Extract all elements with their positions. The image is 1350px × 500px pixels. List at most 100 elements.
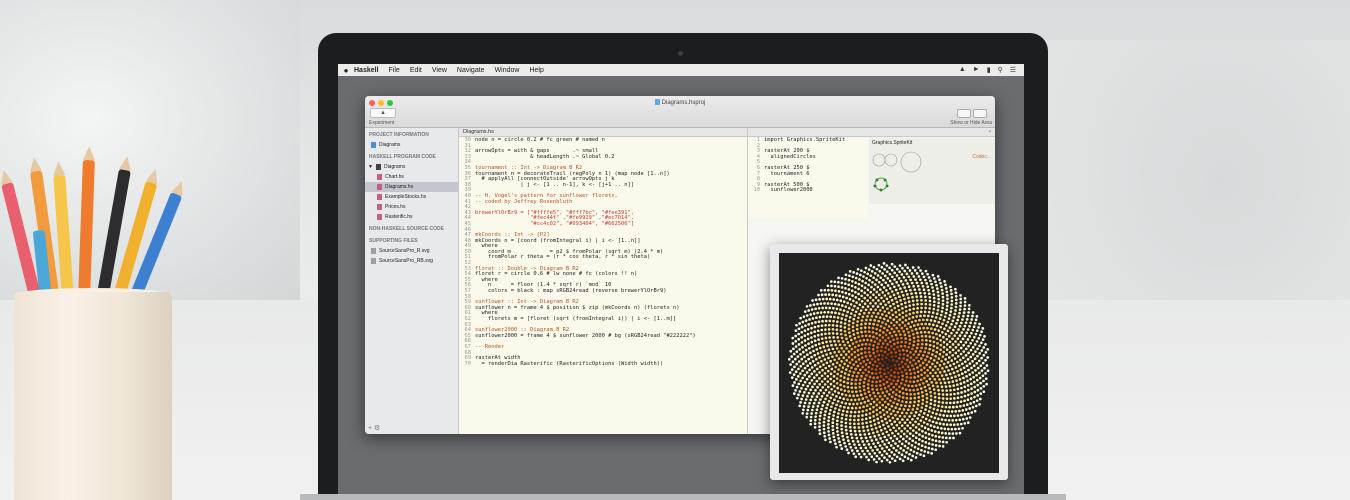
menu-edit[interactable]: Edit [410,67,422,74]
floret [856,394,859,397]
split-icon[interactable]: ▫ [989,129,991,135]
menu-help[interactable]: Help [529,67,543,74]
code-text: sunflower2000 [764,187,813,194]
menu-app-name[interactable]: Haskell [354,67,379,74]
floret [884,417,887,421]
floret [912,344,915,347]
floret [881,408,885,412]
battery-icon[interactable]: ▮ [987,66,991,74]
search-icon[interactable]: ⚲ [998,66,1003,74]
experiment-button[interactable]: ▲ [370,108,396,118]
floret [946,301,949,304]
floret [814,411,818,415]
sidebar-group-diagrams[interactable]: ▼ Diagrams [365,162,458,172]
volume-icon[interactable]: ► [973,66,980,74]
menu-file[interactable]: File [389,67,400,74]
floret [859,326,863,330]
floret [973,321,977,325]
playground-code[interactable]: 1 import Graphics.SpriteKit 2 3 rasterAt 200… [748,137,868,218]
sidebar-support-item[interactable]: SourceSansPro_R.svg [365,246,458,256]
floret [912,380,916,384]
left-area-toggle-icon[interactable] [957,109,971,118]
floret [902,408,906,411]
sidebar-support-item[interactable]: SourceSansPro_RB.svg [365,256,458,266]
floret [859,446,863,450]
floret [863,400,867,404]
editor-tab[interactable]: Diagrams.hs [459,128,747,137]
floret [837,391,840,395]
floret [957,373,961,377]
floret [887,336,890,340]
floret [823,372,827,375]
floret [818,298,821,301]
floret [845,337,848,341]
floret [920,444,924,448]
floret [864,413,868,416]
list-icon[interactable]: ☰ [1010,66,1016,74]
floret [863,326,867,329]
floret [864,308,868,312]
sidebar-item-project[interactable]: Diagrams [365,140,458,150]
sidebar-file-item[interactable]: Diagrams.hs [365,182,458,192]
floret [890,355,894,358]
floret [883,427,887,430]
floret [847,323,851,327]
floret [872,414,875,418]
floret [837,339,841,343]
floret [938,422,942,425]
sidebar-file-item[interactable]: ExampleStocks.hs [365,192,458,202]
floret [911,299,915,303]
floret [932,293,936,296]
floret [882,262,886,265]
floret [882,299,886,303]
floret [881,391,885,395]
floret [839,328,843,332]
menu-view[interactable]: View [432,67,447,74]
wifi-icon[interactable]: ▲ [959,66,966,74]
floret [826,284,830,288]
floret [942,414,945,417]
floret [883,449,886,453]
menu-navigate[interactable]: Navigate [457,67,485,74]
floret [894,310,898,314]
floret [851,308,855,312]
render-window[interactable] [770,244,1008,480]
code-editor[interactable]: Diagrams.hs 30 node n = circle 0.2 # fc g… [459,128,747,434]
floret [881,398,884,401]
floret [965,364,969,368]
floret [912,275,916,278]
floret [963,307,966,311]
floret [876,417,880,421]
floret [827,415,831,419]
floret [889,304,892,308]
add-file-icon[interactable]: + ⚙ [368,424,380,432]
sidebar-file-item[interactable]: Rasterific.hs [365,212,458,222]
floret [877,342,880,346]
floret [899,447,903,450]
floret [817,342,821,346]
floret [864,368,867,372]
sidebar-file-item[interactable]: Prices.hs [365,202,458,212]
floret [831,401,835,405]
floret [888,266,891,270]
floret [889,374,893,377]
floret [977,336,981,340]
sidebar-file-item[interactable]: Chart.hs [365,172,458,182]
floret [960,395,963,399]
floret [837,437,840,440]
floret [807,391,811,395]
right-area-toggle-icon[interactable] [973,109,987,118]
code-text: & headLength .~ Global 0.2 [475,153,615,160]
menu-window[interactable]: Window [495,67,520,74]
floret [830,343,833,347]
floret [901,282,905,286]
apple-menu-icon[interactable]: ● [338,66,354,75]
floret [919,364,922,367]
floret [878,444,882,448]
floret [809,304,812,307]
disclosure-triangle-icon[interactable]: ▼ [368,162,373,172]
haskell-file-icon [377,214,382,220]
floret [921,284,925,288]
floret [823,413,827,417]
floret [865,404,869,408]
